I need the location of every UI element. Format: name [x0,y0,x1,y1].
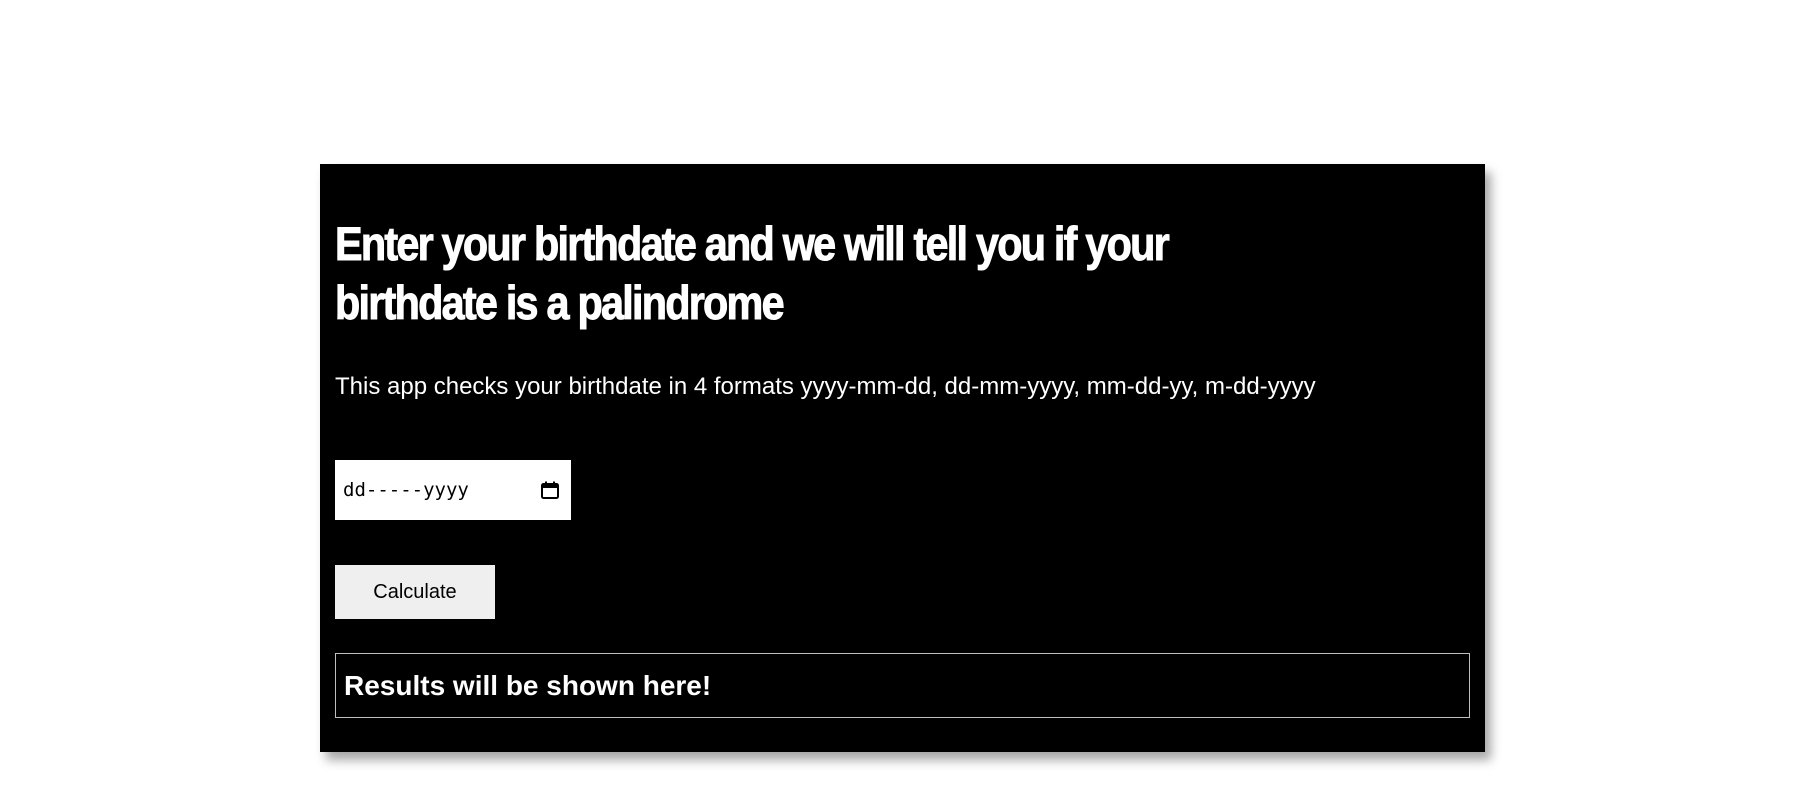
calculate-button[interactable]: Calculate [335,565,495,619]
palindrome-card: Enter your birthdate and we will tell yo… [320,164,1485,752]
app-description: This app checks your birthdate in 4 form… [335,373,1316,400]
birthdate-input[interactable]: dd-----yyyy [335,460,571,520]
result-box: Results will be shown here! [335,653,1470,718]
result-text: Results will be shown here! [344,669,712,701]
date-placeholder: dd-----yyyy [343,479,469,501]
page-title: Enter your birthdate and we will tell yo… [335,217,1171,330]
calendar-icon[interactable] [540,480,560,500]
